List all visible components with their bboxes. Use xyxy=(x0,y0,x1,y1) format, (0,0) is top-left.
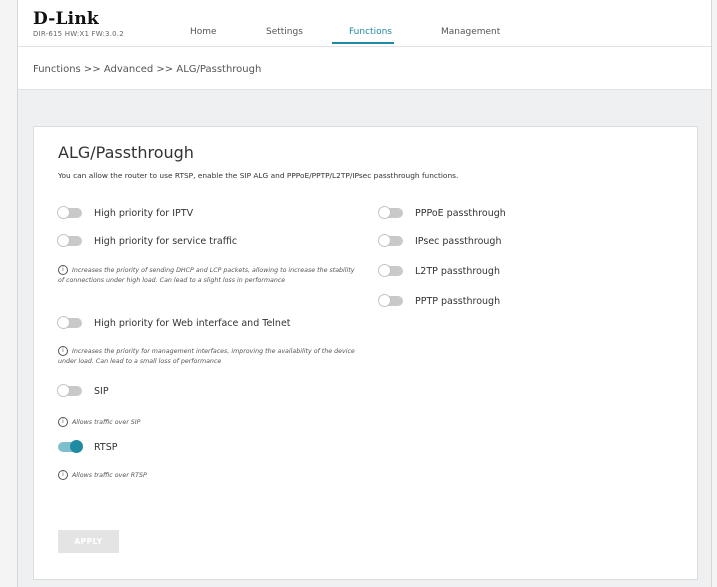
note-text: Allows traffic over SIP xyxy=(72,419,141,426)
toggle-knob xyxy=(57,234,70,247)
service-traffic-note: i Increases the priority of sending DHCP … xyxy=(58,265,358,285)
web-telnet-note: i Increases the priority for management i… xyxy=(58,346,374,366)
firmware-info: DIR-615 HW:X1 FW:3.0.2 xyxy=(33,30,124,38)
nav-functions[interactable]: Functions xyxy=(349,27,392,37)
alg-passthrough-card: ALG/Passthrough You can allow the router… xyxy=(33,126,698,580)
toggle-knob xyxy=(57,316,70,329)
note-text: Increases the priority of sending DHCP a… xyxy=(58,267,355,284)
toggle-knob xyxy=(378,294,391,307)
toggle-row-l2tp[interactable]: L2TP passthrough xyxy=(378,263,500,279)
dlink-logo: D-Link xyxy=(33,9,99,29)
rtsp-toggle[interactable] xyxy=(58,440,83,453)
nav-home[interactable]: Home xyxy=(190,27,217,37)
web-telnet-priority-toggle[interactable] xyxy=(57,316,82,329)
toggle-row-sip[interactable]: SIP xyxy=(57,383,109,399)
pptp-passthrough-toggle[interactable] xyxy=(378,294,403,307)
apply-button[interactable]: APPLY xyxy=(58,530,119,553)
toggle-row-pptp[interactable]: PPTP passthrough xyxy=(378,293,501,309)
sip-toggle[interactable] xyxy=(57,384,82,397)
toggle-row-iptv[interactable]: High priority for IPTV xyxy=(57,205,194,221)
sip-note: i Allows traffic over SIP xyxy=(58,417,358,428)
router-frame: D-Link DIR-615 HW:X1 FW:3.0.2 Home Setti… xyxy=(17,0,712,587)
toggle-label: SIP xyxy=(94,385,109,397)
note-text: Increases the priority for management in… xyxy=(58,348,355,365)
active-nav-indicator xyxy=(332,42,394,44)
toggle-row-pppoe[interactable]: PPPoE passthrough xyxy=(378,205,506,221)
toggle-label: IPsec passthrough xyxy=(415,235,502,247)
toggle-row-ipsec[interactable]: IPsec passthrough xyxy=(378,233,502,249)
rtsp-note: i Allows traffic over RTSP xyxy=(58,470,358,481)
info-icon: i xyxy=(58,417,68,427)
toggle-label: PPPoE passthrough xyxy=(415,207,506,219)
nav-settings[interactable]: Settings xyxy=(266,27,303,37)
iptv-priority-toggle[interactable] xyxy=(57,206,82,219)
info-icon: i xyxy=(58,346,68,356)
toggle-label: RTSP xyxy=(94,441,118,453)
toggle-row-service-traffic[interactable]: High priority for service traffic xyxy=(57,233,238,249)
toggle-knob xyxy=(378,206,391,219)
info-icon: i xyxy=(58,470,68,480)
toggle-label: High priority for service traffic xyxy=(94,235,238,247)
note-text: Allows traffic over RTSP xyxy=(72,472,147,479)
service-traffic-priority-toggle[interactable] xyxy=(57,234,82,247)
nav-management[interactable]: Management xyxy=(441,27,500,37)
toggle-row-rtsp[interactable]: RTSP xyxy=(58,439,117,455)
toggle-label: L2TP passthrough xyxy=(415,265,500,277)
ipsec-passthrough-toggle[interactable] xyxy=(378,234,403,247)
breadcrumb-bar: Functions >> Advanced >> ALG/Passthrough xyxy=(18,47,711,90)
toggle-knob xyxy=(378,264,391,277)
toggle-knob xyxy=(57,206,70,219)
toggle-knob xyxy=(378,234,391,247)
toggle-label: High priority for IPTV xyxy=(94,207,194,219)
toggle-label: High priority for Web interface and Teln… xyxy=(94,317,291,329)
breadcrumb: Functions >> Advanced >> ALG/Passthrough xyxy=(33,64,262,75)
page-description: You can allow the router to use RTSP, en… xyxy=(58,171,459,180)
l2tp-passthrough-toggle[interactable] xyxy=(378,264,403,277)
toggle-knob xyxy=(70,440,83,453)
toggle-label: PPTP passthrough xyxy=(415,295,501,307)
pppoe-passthrough-toggle[interactable] xyxy=(378,206,403,219)
toggle-row-web-telnet[interactable]: High priority for Web interface and Teln… xyxy=(57,315,291,331)
page-title: ALG/Passthrough xyxy=(58,143,194,162)
top-header: D-Link DIR-615 HW:X1 FW:3.0.2 Home Setti… xyxy=(18,0,711,47)
info-icon: i xyxy=(58,265,68,275)
toggle-knob xyxy=(57,384,70,397)
